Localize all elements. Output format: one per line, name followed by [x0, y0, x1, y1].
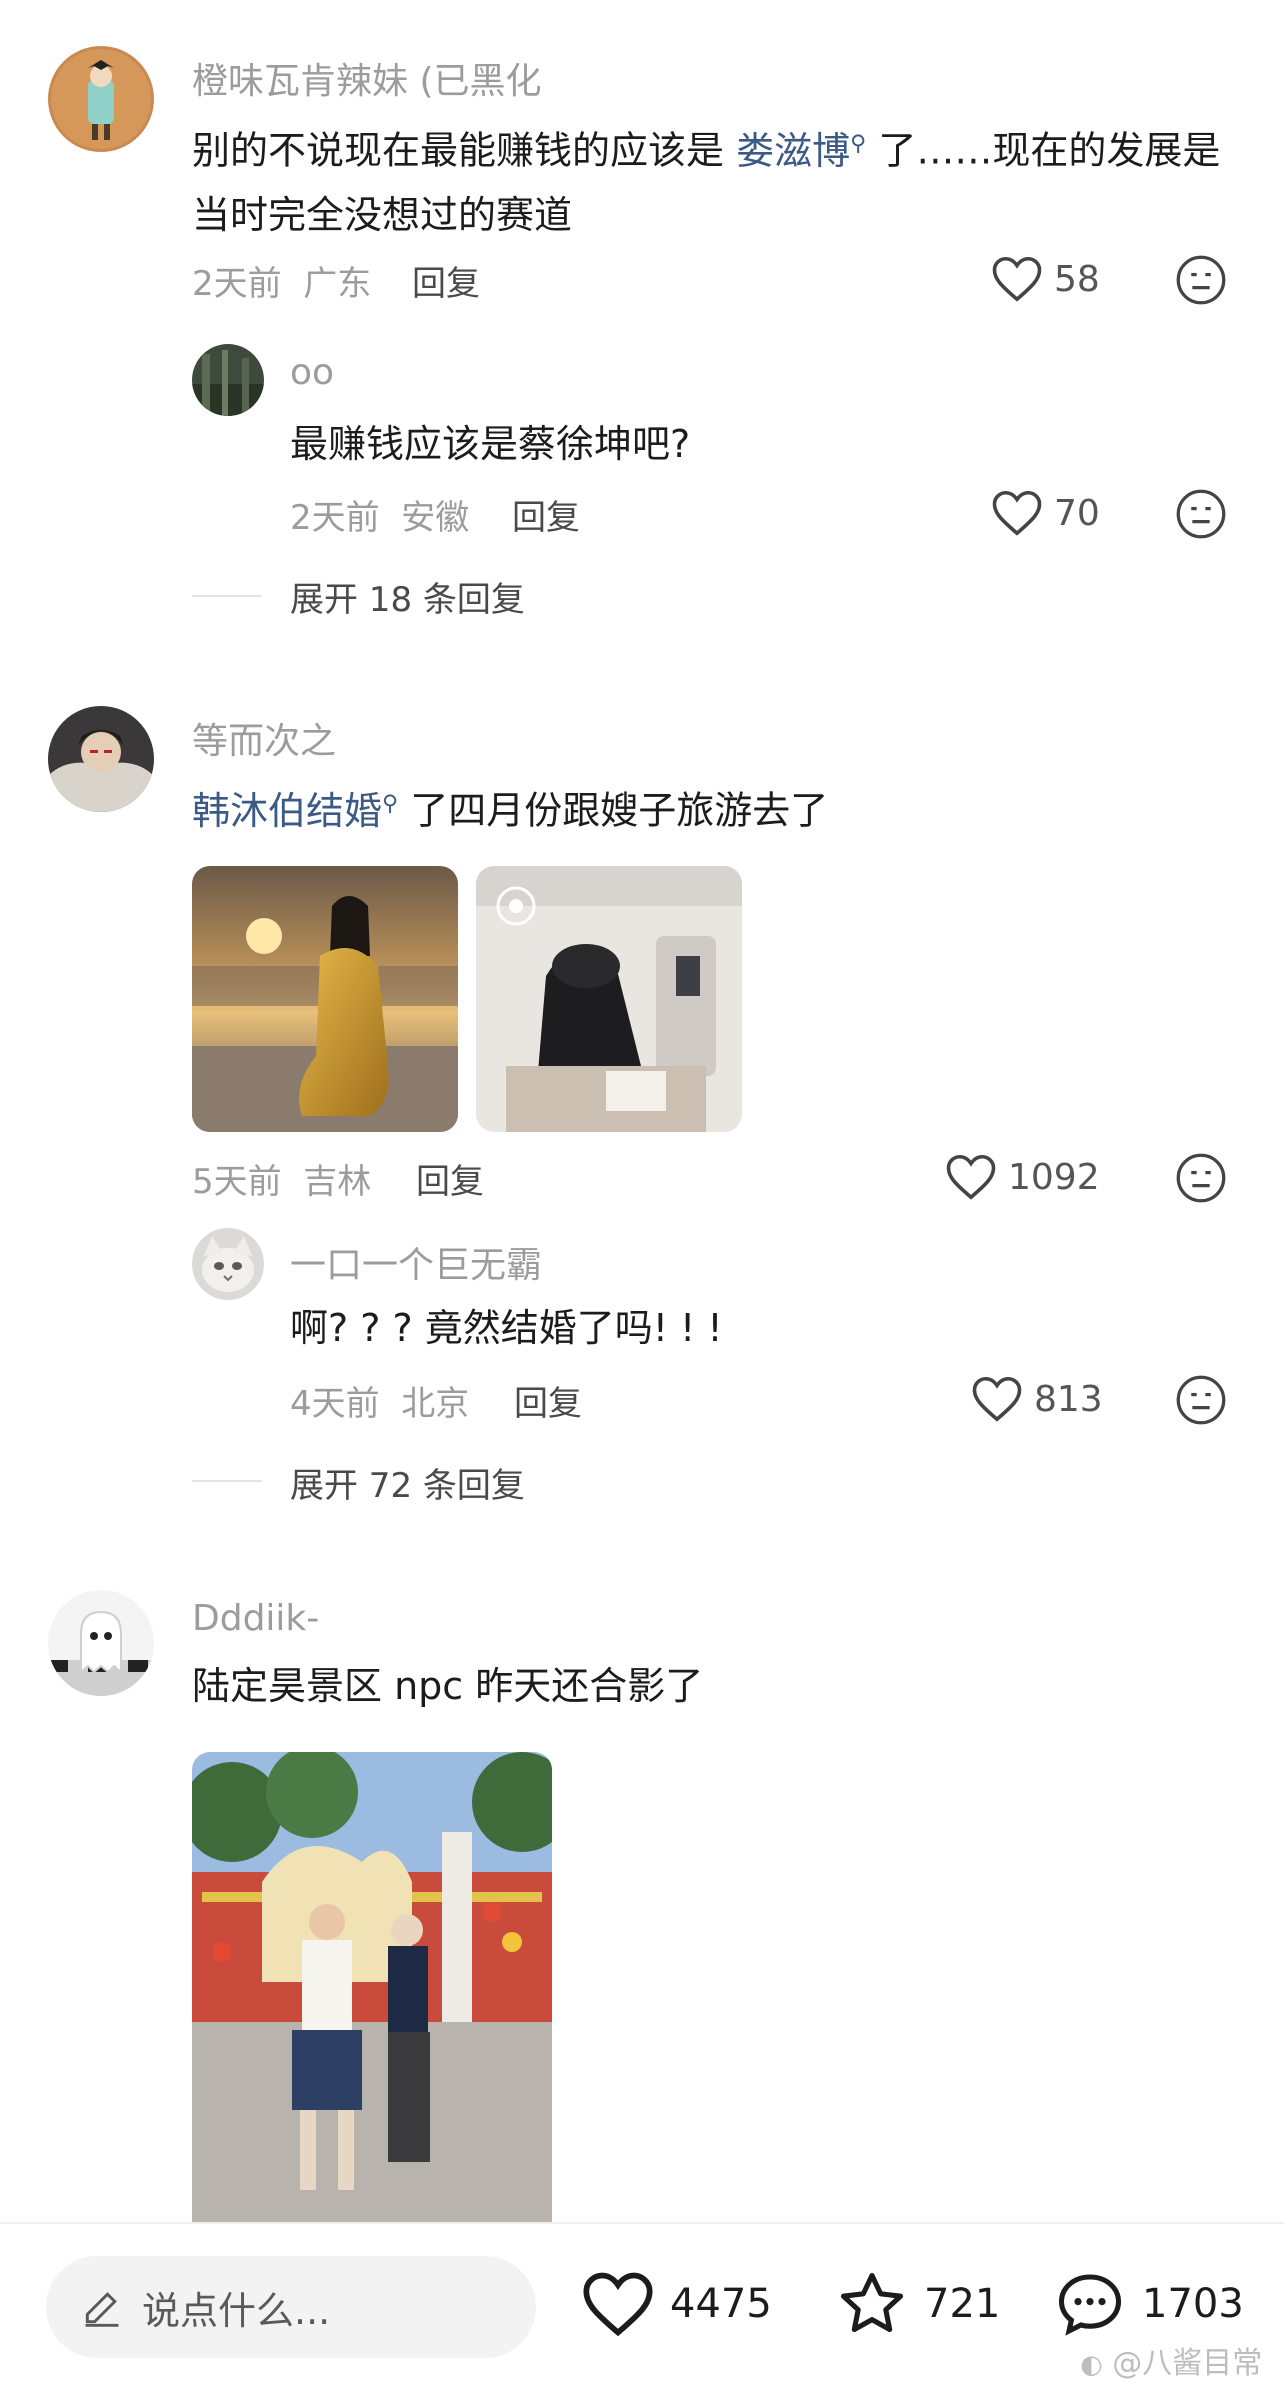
- reply-username[interactable]: 一口一个巨无霸: [290, 1236, 542, 1288]
- search-tag-icon: ⚲: [850, 131, 867, 156]
- reply-meta: 2天前 安徽: [290, 490, 469, 539]
- meh-face-icon[interactable]: [1175, 1152, 1227, 1204]
- comment-username[interactable]: 等而次之: [192, 712, 336, 764]
- comment-image[interactable]: [192, 866, 458, 1132]
- watermark-text: @八酱目常: [1112, 2346, 1263, 2381]
- reply-text: 啊? ? ? 竟然结婚了吗! ! !: [290, 1306, 723, 1350]
- comment-text: 陆定昊景区 npc 昨天还合影了: [192, 1664, 704, 1708]
- reply-time: 4天前: [290, 1384, 380, 1424]
- divider: [192, 595, 262, 597]
- reply-button[interactable]: 回复: [514, 1376, 582, 1425]
- expand-replies-button[interactable]: 展开 18 条回复: [290, 572, 525, 621]
- comment-text-part: 别的不说现在最能赚钱的应该是: [192, 128, 737, 173]
- reply-username[interactable]: oo: [290, 352, 334, 393]
- like-count: 1092: [1008, 1156, 1100, 1198]
- avatar[interactable]: [192, 344, 264, 416]
- reply-button[interactable]: 回复: [412, 256, 480, 305]
- comment-username[interactable]: Dddiik-: [192, 1598, 319, 1639]
- avatar[interactable]: [48, 706, 154, 812]
- comment-meta: 2天前 广东: [192, 256, 371, 305]
- watermark: ◐ @八酱目常: [1080, 2338, 1262, 2382]
- comment-time: 2天前: [192, 264, 282, 304]
- star-icon: [840, 2272, 904, 2333]
- like-count: 58: [1054, 258, 1100, 300]
- reply-location: 北京: [401, 1384, 470, 1424]
- comment-text: 韩沐伯结婚⚲ 了四月份跟嫂子旅游去了: [192, 772, 1252, 843]
- like-button[interactable]: 813: [970, 1374, 1103, 1424]
- heart-icon: [992, 256, 1042, 302]
- comment-text-part: 了四月份跟嫂子旅游去了: [398, 788, 829, 833]
- heart-icon: [583, 2272, 653, 2337]
- input-placeholder: 说点什么...: [142, 2288, 331, 2333]
- search-tag-link[interactable]: 韩沐伯结婚⚲: [192, 789, 398, 833]
- heart-icon: [992, 490, 1042, 536]
- reply-time: 2天前: [290, 498, 380, 538]
- comment-image[interactable]: [476, 866, 742, 1132]
- avatar[interactable]: [48, 1590, 154, 1696]
- reply-button[interactable]: 回复: [512, 490, 580, 539]
- like-count: 813: [1034, 1378, 1103, 1420]
- comment-image[interactable]: [192, 1752, 552, 2222]
- comment-location: 吉林: [303, 1162, 372, 1202]
- like-button[interactable]: 58: [990, 254, 1100, 304]
- expand-replies-button[interactable]: 展开 72 条回复: [290, 1458, 525, 1507]
- weibo-icon: ◐: [1080, 2350, 1103, 2380]
- reply-button[interactable]: 回复: [416, 1154, 484, 1203]
- comment-count: 1703: [1142, 2281, 1244, 2327]
- chat-bubble-icon: [1058, 2274, 1122, 2336]
- post-like-count: 4475: [670, 2281, 772, 2327]
- like-button[interactable]: 1092: [944, 1152, 1100, 1202]
- favorite-count: 721: [924, 2281, 1001, 2327]
- heart-icon: [972, 1376, 1022, 1422]
- divider: [192, 1480, 262, 1482]
- favorite-button[interactable]: 721: [834, 2268, 1000, 2340]
- reply-location: 安徽: [401, 498, 470, 538]
- comment-input[interactable]: 说点什么...: [46, 2256, 536, 2358]
- comment-time: 5天前: [192, 1162, 282, 1202]
- comment-location: 广东: [303, 264, 372, 304]
- comment-count-button[interactable]: 1703: [1052, 2268, 1244, 2340]
- reply-text: 最赚钱应该是蔡徐坤吧?: [290, 422, 691, 466]
- heart-icon: [946, 1154, 996, 1200]
- meh-face-icon[interactable]: [1175, 1374, 1227, 1426]
- avatar[interactable]: [192, 1228, 264, 1300]
- avatar[interactable]: [48, 46, 154, 152]
- pencil-icon: [85, 2292, 119, 2327]
- meh-face-icon[interactable]: [1175, 488, 1227, 540]
- like-count: 70: [1054, 492, 1100, 534]
- search-tag-link[interactable]: 娄滋博⚲: [736, 129, 866, 173]
- comment-meta: 5天前 吉林: [192, 1154, 371, 1203]
- comment-username[interactable]: 橙味瓦肯辣妹 (已黑化: [192, 52, 542, 104]
- like-post-button[interactable]: 4475: [580, 2268, 772, 2340]
- tag-label[interactable]: 娄滋博: [736, 129, 850, 173]
- search-tag-icon: ⚲: [382, 791, 399, 816]
- reply-meta: 4天前 北京: [290, 1376, 469, 1425]
- tag-label[interactable]: 韩沐伯结婚: [192, 789, 382, 833]
- meh-face-icon[interactable]: [1175, 254, 1227, 306]
- comment-text: 别的不说现在最能赚钱的应该是 娄滋博⚲ 了……现在的发展是当时完全没想过的赛道: [192, 112, 1252, 247]
- like-button[interactable]: 70: [990, 488, 1100, 538]
